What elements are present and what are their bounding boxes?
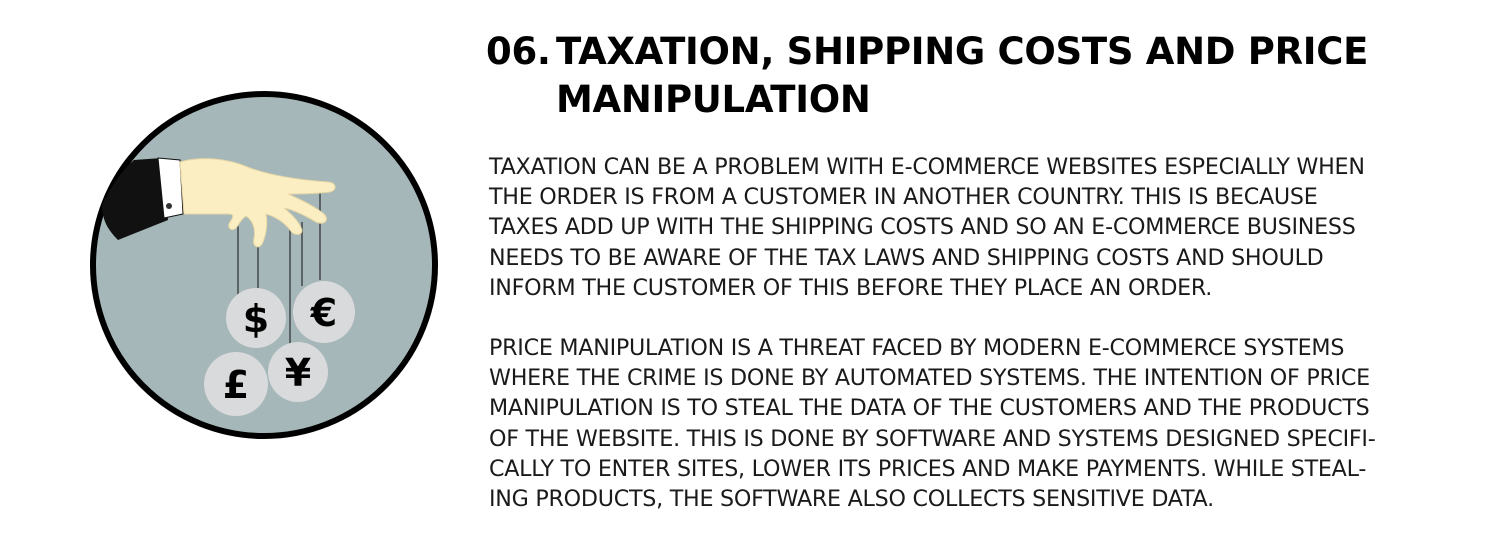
paragraph-line: INFORM THE CUSTOMER OF THIS BEFORE THEY … [489, 274, 1213, 301]
pound-symbol: £ [223, 363, 249, 407]
paragraph-line: NEEDS TO BE AWARE OF THE TAX LAWS AND SH… [489, 244, 1324, 271]
cufflink-icon [166, 203, 172, 209]
paragraph-line: THE ORDER IS FROM A CUSTOMER IN ANOTHER … [489, 184, 1318, 211]
illustration-svg: $ € £ ¥ [90, 91, 438, 439]
paragraph-taxation: TAXATION CAN BE A PROBLEM WITH E-COMMERC… [489, 152, 1464, 303]
puppet-hand-currency-illustration: $ € £ ¥ [88, 90, 444, 442]
coin-yen: ¥ [268, 342, 328, 402]
paragraph-line: WHERE THE CRIME IS DONE BY AUTOMATED SYS… [489, 365, 1370, 392]
section-title-line-1: TAXATION, SHIPPING COSTS AND PRICE [556, 30, 1369, 73]
coin-dollar: $ [226, 288, 286, 348]
paragraph-line: CALLY TO ENTER SITES, LOWER ITS PRICES A… [489, 455, 1367, 482]
section-title-line-2: MANIPULATION [556, 78, 871, 121]
paragraph-line: OF THE WEBSITE. THIS IS DONE BY SOFTWARE… [489, 425, 1376, 452]
dollar-symbol: $ [243, 297, 269, 341]
section-title: 06. TAXATION, SHIPPING COSTS AND PRICE MA… [486, 28, 1476, 124]
paragraph-line: MANIPULATION IS TO STEAL THE DATA OF THE… [489, 395, 1370, 422]
euro-symbol: € [310, 291, 337, 335]
paragraph-price-manipulation: PRICE MANIPULATION IS A THREAT FACED BY … [489, 333, 1464, 514]
paragraph-line: PRICE MANIPULATION IS A THREAT FACED BY … [489, 335, 1345, 361]
coin-euro: € [293, 281, 355, 343]
paragraph-line: TAXES ADD UP WITH THE SHIPPING COSTS AND… [489, 214, 1356, 241]
paragraph-line: ING PRODUCTS, THE SOFTWARE ALSO COLLECTS… [489, 486, 1214, 513]
section-number: 06. [486, 30, 551, 73]
coin-pound: £ [204, 352, 268, 416]
paragraph-line: TAXATION CAN BE A PROBLEM WITH E-COMMERC… [489, 154, 1365, 180]
yen-symbol: ¥ [285, 351, 311, 395]
